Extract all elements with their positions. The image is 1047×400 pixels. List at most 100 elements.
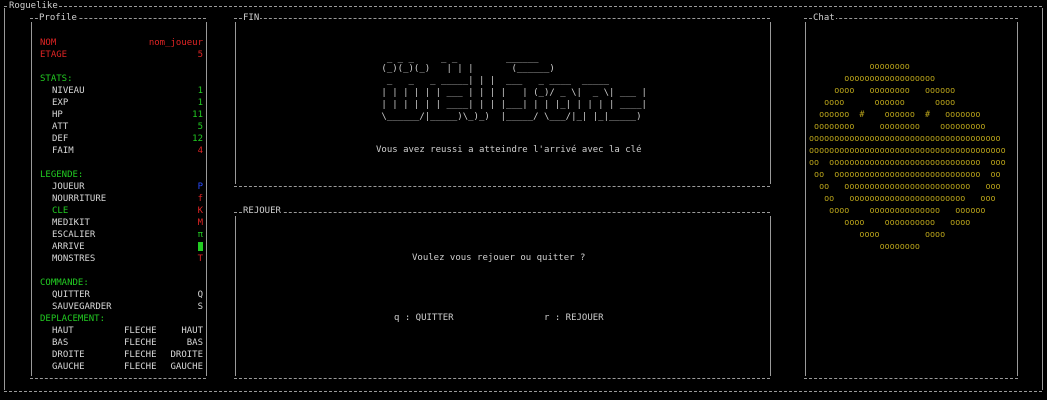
- arrival-block-icon: [198, 242, 203, 251]
- legend-label-arrive: ARRIVE: [52, 242, 85, 252]
- legend-label-joueur: JOUEUR: [52, 182, 85, 192]
- fin-right-border: [770, 22, 771, 184]
- command-key-quitter: Q: [197, 290, 203, 300]
- replay-option[interactable]: r : REJOUER: [544, 313, 604, 323]
- movement-label-haut: HAUT: [52, 326, 74, 336]
- cat-art-line: oooo oooooooooo oooo: [809, 217, 971, 227]
- rejouer-left-border: [235, 216, 236, 376]
- stat-value-niveau: 1: [197, 86, 203, 96]
- outer-right-border: [1042, 8, 1043, 390]
- chat-title: Chat: [812, 13, 836, 23]
- profile-right-border: [206, 22, 207, 376]
- cat-art-line: oooo oooooo oooo: [809, 97, 956, 107]
- command-key-sauvegarder: S: [197, 302, 203, 312]
- legend-label-nourriture: NOURRITURE: [52, 194, 107, 204]
- stage-value: 5: [197, 50, 203, 60]
- cat-art-line: oooooo # oooooo # ooooooo: [809, 109, 981, 119]
- legend-symbol-key: K: [197, 206, 203, 216]
- outer-left-border: [4, 8, 5, 390]
- command-label-sauvegarder: SAUVEGARDER: [52, 302, 112, 312]
- chat-bottom-border: [804, 378, 1018, 379]
- legend-label-medikit: MEDIKIT: [52, 218, 90, 228]
- chat-right-border: [1017, 22, 1018, 376]
- stat-value-att: 5: [197, 122, 203, 132]
- legend-symbol-arrival: [198, 242, 203, 253]
- legend-header: LEGENDE:: [40, 170, 84, 180]
- stat-value-exp: 1: [197, 98, 203, 108]
- movement-header: DEPLACEMENT:: [40, 314, 106, 324]
- movement-dir-droite: DROITE: [170, 350, 203, 360]
- legend-symbol-stairs: π: [197, 230, 203, 240]
- stat-label-att: ATT: [52, 122, 69, 132]
- stat-label-faim: FAIM: [52, 146, 74, 156]
- movement-dir-bas: BAS: [186, 338, 203, 348]
- cat-art-line: oo oooooooooooooooooooooooooooooo ooo: [809, 157, 1006, 167]
- movement-key-bas: FLECHE: [124, 338, 157, 348]
- fin-top-border: [234, 18, 770, 19]
- legend-symbol-food: f: [197, 194, 203, 204]
- chat-left-border: [805, 22, 806, 376]
- fin-ascii-line-5: | | | | | | ____| | | |___| | | |_| | | …: [376, 100, 647, 110]
- rejouer-right-border: [770, 216, 771, 376]
- cat-art-line: oooo oooooooo oooooo: [809, 85, 956, 95]
- movement-dir-haut: HAUT: [181, 326, 203, 336]
- commands-header: COMMANDE:: [40, 278, 89, 288]
- stat-label-exp: EXP: [52, 98, 69, 108]
- cat-art-line: oo ooooooooooooooooooooooooo ooo: [809, 181, 1001, 191]
- stat-label-hp: HP: [52, 110, 63, 120]
- fin-bottom-border: [234, 186, 770, 187]
- cat-art-line: oooooooooooooooooo: [809, 73, 936, 83]
- cat-art-line: oooo oooooooooooooo oooooo: [809, 205, 986, 215]
- name-label: NOM: [40, 38, 57, 48]
- legend-label-monstres: MONSTRES: [52, 254, 96, 264]
- fin-ascii-line-3: _ _ _ _____| | | ___ _ ____ _____: [376, 76, 609, 86]
- fin-ascii-line-6: \______/|_____)\_)_) |_____/ \___/|_| |_…: [376, 112, 642, 122]
- stat-value-hp: 11: [192, 110, 203, 120]
- legend-label-escalier: ESCALIER: [52, 230, 96, 240]
- rejouer-title: REJOUER: [242, 206, 282, 216]
- stat-value-faim: 4: [197, 146, 203, 156]
- command-label-quitter: QUITTER: [52, 290, 90, 300]
- legend-symbol-player: P: [197, 182, 203, 192]
- quit-option[interactable]: q : QUITTER: [394, 313, 454, 323]
- rejouer-top-border: [234, 212, 770, 213]
- cat-art-line: oooooooo: [809, 241, 920, 251]
- window-title: Roguelike: [8, 1, 59, 11]
- legend-symbol-monster: T: [197, 254, 203, 264]
- fin-left-border: [235, 22, 236, 184]
- legend-label-cle: CLE: [52, 206, 69, 216]
- movement-key-gauche: FLECHE: [124, 362, 157, 372]
- stats-header: STATS:: [40, 74, 73, 84]
- profile-title: Profile: [38, 13, 78, 23]
- fin-ascii-line-4: | | | | | | ___ | | | | | (_)/ _ \| _ \|…: [376, 88, 647, 98]
- rejouer-question: Voulez vous rejouer ou quitter ?: [412, 253, 586, 263]
- outer-top-border: [4, 6, 1042, 7]
- rejouer-bottom-border: [234, 378, 770, 379]
- stage-label: ETAGE: [40, 50, 68, 60]
- cat-art-line: oooooooo: [809, 61, 910, 71]
- profile-bottom-border: [30, 378, 206, 379]
- fin-ascii-line-2: (_)(_)(_) | | | (______): [376, 64, 555, 74]
- movement-label-droite: DROITE: [52, 350, 85, 360]
- movement-key-haut: FLECHE: [124, 326, 157, 336]
- movement-dir-gauche: GAUCHE: [170, 362, 203, 372]
- movement-label-bas: BAS: [52, 338, 69, 348]
- stat-value-def: 12: [192, 134, 203, 144]
- profile-left-border: [31, 22, 32, 376]
- stat-label-niveau: NIVEAU: [52, 86, 85, 96]
- cat-art-line: oo ooooooooooooooooooooooo ooo: [809, 193, 996, 203]
- outer-bottom-border: [4, 391, 1042, 392]
- name-value: nom_joueur: [148, 38, 203, 48]
- cat-art-line: oooooooooooooooooooooooooooooooooooooo: [809, 133, 1001, 143]
- cat-art-line: oo ooooooooooooooooooooooooooooo oo: [809, 169, 1001, 179]
- stat-label-def: DEF: [52, 134, 69, 144]
- chat-top-border: [804, 18, 1018, 19]
- movement-key-droite: FLECHE: [124, 350, 157, 360]
- cat-art-line: oooo oooo: [809, 229, 946, 239]
- cat-art-line: ooooooooooooooooooooooooooooooooooooooo: [809, 145, 1006, 155]
- cat-art-line: oooooooo oooooooo ooooooooo: [809, 121, 986, 131]
- fin-title: FIN: [242, 13, 261, 23]
- legend-symbol-medikit: M: [197, 218, 203, 228]
- movement-label-gauche: GAUCHE: [52, 362, 85, 372]
- fin-message: Vous avez reussi a atteindre l'arrivé av…: [376, 145, 642, 155]
